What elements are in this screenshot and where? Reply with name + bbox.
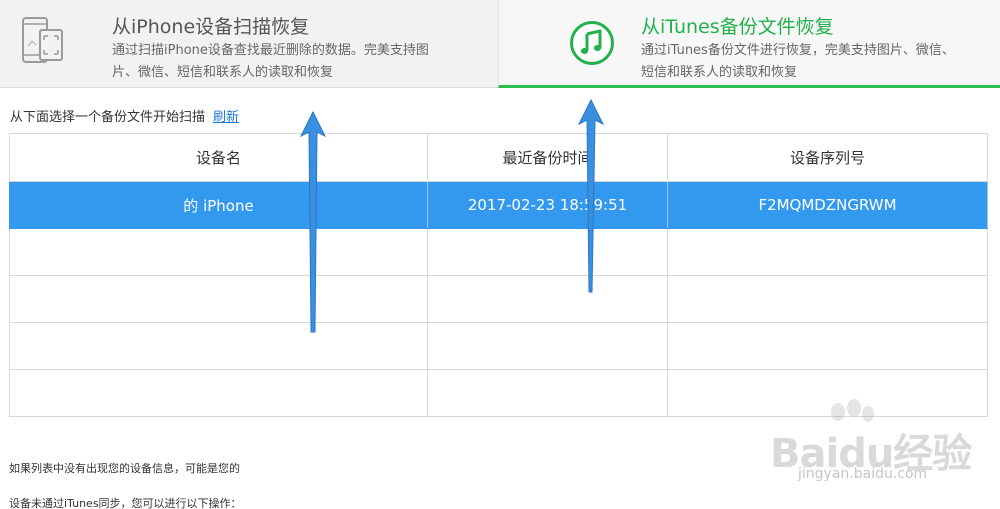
backup-time-cell: 2017-02-23 18:59:51 [427,181,668,229]
column-header-serial[interactable]: 设备序列号 [667,133,988,182]
annotation-arrow-left [299,110,327,333]
info-text-line-2: 设备未通过iTunes同步，您可以进行以下操作： [9,497,242,509]
tab-itunes-backup-description: 通过iTunes备份文件进行恢复，完美支持图片、微信、短信和联系人的读取和恢复 [641,43,955,80]
column-header-device-name[interactable]: 设备名 [9,133,428,182]
table-row-empty[interactable] [9,228,988,276]
music-note-icon [570,21,614,65]
annotation-arrow-right [577,98,605,293]
table-row[interactable]: 的 iPhone 2017-02-23 18:59:51 F2MQMDZNGRW… [9,181,988,229]
select-backup-prompt: 从下面选择一个备份文件开始扫描 [10,110,206,125]
tab-itunes-backup[interactable]: 从iTunes备份文件恢复 通过iTunes备份文件进行恢复，完美支持图片、微信… [498,0,1000,88]
table-header-row: 设备名 最近备份时间 设备序列号 [9,133,988,182]
phone-scan-icon [22,17,63,63]
tab-itunes-backup-title: 从iTunes备份文件恢复 [641,16,834,38]
backup-table: 设备名 最近备份时间 设备序列号 的 iPhone 2017-02-23 18:… [9,133,988,417]
tab-scan-device-description: 通过扫描iPhone设备查找最近删除的数据。完美支持图片、微信、短信和联系人的读… [112,43,429,80]
serial-number-cell: F2MQMDZNGRWM [667,181,988,229]
info-text-line-1: 如果列表中没有出现您的设备信息，可能是您的 [9,462,240,475]
table-row-empty[interactable] [9,275,988,323]
tab-scan-device[interactable]: 从iPhone设备扫描恢复 通过扫描iPhone设备查找最近删除的数据。完美支持… [0,0,498,88]
select-backup-prompt-row: 从下面选择一个备份文件开始扫描 刷新 [10,106,239,125]
device-name-cell: 的 iPhone [9,181,428,229]
mode-tabs: 从iPhone设备扫描恢复 通过扫描iPhone设备查找最近删除的数据。完美支持… [0,0,1000,88]
tab-scan-device-title: 从iPhone设备扫描恢复 [112,16,310,38]
table-row-empty[interactable] [9,322,988,370]
column-header-backup-time[interactable]: 最近备份时间 [427,133,668,182]
refresh-link[interactable]: 刷新 [213,110,239,125]
watermark-url: jingyan.baidu.com [798,466,928,482]
